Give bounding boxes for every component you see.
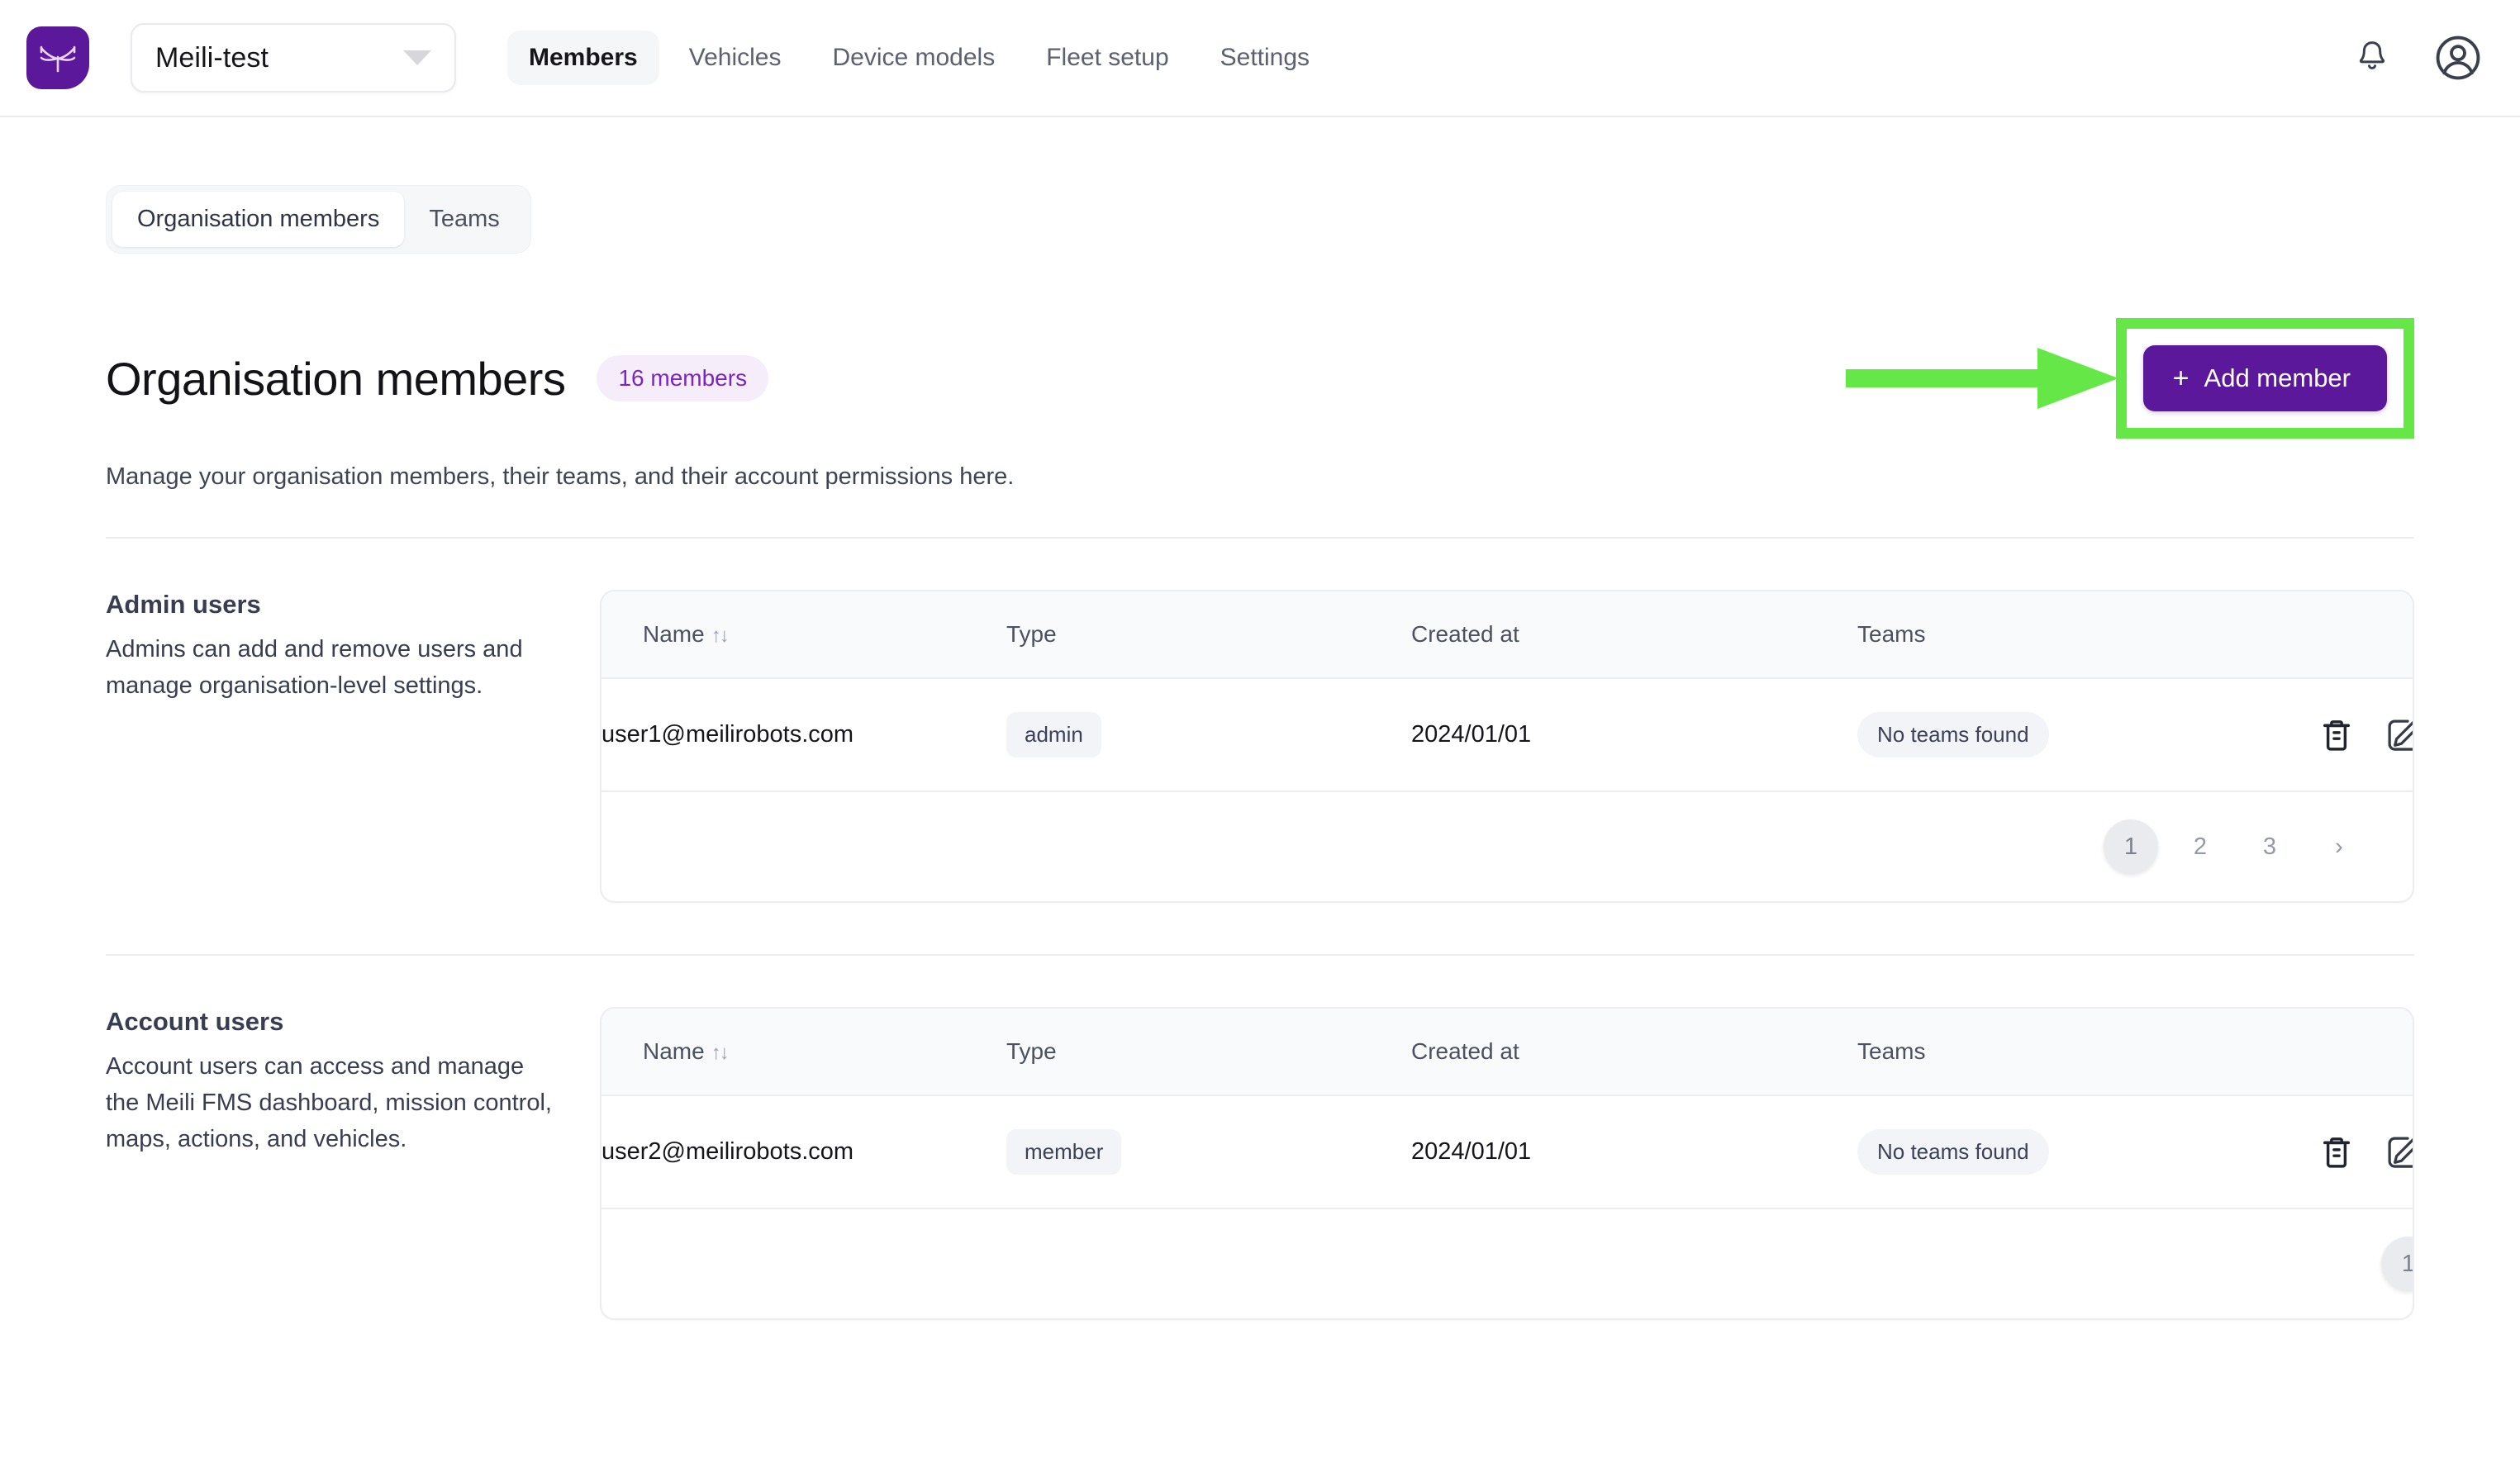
column-label-name: Name [643,621,705,647]
add-member-highlight-annotation: + Add member [1846,318,2414,439]
nav-item-settings[interactable]: Settings [1199,31,1331,85]
type-chip: member [1006,1129,1122,1175]
page-content: Organisation members Teams Organisation … [0,117,2520,1320]
nav-item-members[interactable]: Members [507,31,659,85]
meili-dragonfly-logo[interactable] [26,26,89,89]
column-header-name[interactable]: Name ↑↓ [601,1009,1006,1096]
pencil-edit-icon[interactable] [2384,1133,2413,1171]
page-button-3[interactable]: 3 [2242,819,2297,874]
cell-teams: No teams found [1857,1095,2320,1209]
add-member-label: Add member [2204,363,2351,392]
organisation-selector[interactable]: Meili-test [131,23,456,93]
user-circle-icon[interactable] [2434,34,2482,82]
section-desc-admin: Admins can add and remove users and mana… [106,636,523,700]
account-users-pagination: 1 [601,1209,2413,1318]
bell-icon[interactable] [2355,39,2389,77]
admin-users-pagination: 1 2 3 › [601,792,2413,901]
tab-organisation-members[interactable]: Organisation members [112,192,405,247]
account-users-table-card: Name ↑↓ Type Created at Teams user2@meili… [600,1007,2414,1320]
cell-type: admin [1006,678,1411,792]
table-header-row: Name ↑↓ Type Created at Teams [601,1009,2413,1096]
view-segmented-control: Organisation members Teams [106,185,531,254]
row-actions [2320,1133,2413,1171]
page-button-2[interactable]: 2 [2173,819,2228,874]
section-description-admin: Admin users Admins can add and remove us… [106,590,600,903]
page-title: Organisation members [106,352,566,405]
cell-actions [2320,1095,2413,1209]
trash-icon[interactable] [2320,717,2353,753]
table-header-row: Name ↑↓ Type Created at Teams [601,591,2413,679]
section-admin-users: Admin users Admins can add and remove us… [106,539,2414,903]
plus-icon: + [2172,363,2190,394]
row-actions [2320,716,2413,754]
cell-teams: No teams found [1857,678,2320,792]
column-header-teams: Teams [1857,591,2320,679]
column-header-type: Type [1006,1009,1411,1096]
section-account-users: Account users Account users can access a… [106,956,2414,1320]
column-header-name[interactable]: Name ↑↓ [601,591,1006,679]
add-member-button[interactable]: + Add member [2142,345,2387,411]
section-description-account: Account users Account users can access a… [106,1007,600,1320]
nav-item-fleet-setup[interactable]: Fleet setup [1025,31,1190,85]
pencil-edit-icon[interactable] [2384,716,2413,754]
main-nav: Members Vehicles Device models Fleet set… [507,31,1331,85]
top-navigation-bar: Meili-test Members Vehicles Device model… [0,0,2520,117]
admin-users-table-card: Name ↑↓ Type Created at Teams user1@meili… [600,590,2414,903]
page-header-row: Organisation members 16 members + Add me… [106,318,2414,439]
sort-arrows-icon: ↑↓ [711,624,730,647]
column-header-teams: Teams [1857,1009,2320,1096]
organisation-selector-value: Meili-test [155,41,269,74]
sort-arrows-icon: ↑↓ [711,1042,730,1064]
column-header-type: Type [1006,591,1411,679]
page-title-group: Organisation members 16 members [106,352,769,406]
nav-item-device-models[interactable]: Device models [811,31,1016,85]
teams-chip: No teams found [1857,712,2049,757]
section-title-account: Account users [106,1007,284,1036]
table-row: user1@meilirobots.com admin 2024/01/01 N… [601,678,2413,792]
page-subtitle: Manage your organisation members, their … [106,463,1015,490]
type-chip: admin [1006,712,1101,757]
tab-teams[interactable]: Teams [404,192,524,247]
cell-name: user1@meilirobots.com [601,678,1006,792]
cell-created-at: 2024/01/01 [1411,1095,1857,1209]
column-header-created-at: Created at [1411,1009,1857,1096]
column-label-name: Name [643,1038,705,1064]
cell-name: user2@meilirobots.com [601,1095,1006,1209]
account-users-table: Name ↑↓ Type Created at Teams user2@meili… [601,1009,2413,1209]
cell-created-at: 2024/01/01 [1411,678,1857,792]
column-header-actions [2320,591,2413,679]
chevron-down-icon [403,50,431,65]
page-button-1[interactable]: 1 [2381,1237,2413,1291]
right-arrow-annotation [1846,348,2118,409]
topbar-actions [2355,34,2482,82]
table-row: user2@meilirobots.com member 2024/01/01 … [601,1095,2413,1209]
admin-users-table: Name ↑↓ Type Created at Teams user1@meili… [601,591,2413,792]
trash-icon[interactable] [2320,1134,2353,1170]
nav-item-vehicles[interactable]: Vehicles [668,31,803,85]
column-header-created-at: Created at [1411,591,1857,679]
section-title-admin: Admin users [106,590,261,619]
member-count-badge: 16 members [597,355,769,401]
highlight-box: + Add member [2115,318,2414,439]
next-page-button[interactable]: › [2312,819,2366,874]
cell-actions [2320,678,2413,792]
section-desc-account: Account users can access and manage the … [106,1053,552,1153]
teams-chip: No teams found [1857,1129,2049,1175]
column-header-actions [2320,1009,2413,1096]
page-button-1[interactable]: 1 [2104,819,2158,874]
cell-type: member [1006,1095,1411,1209]
